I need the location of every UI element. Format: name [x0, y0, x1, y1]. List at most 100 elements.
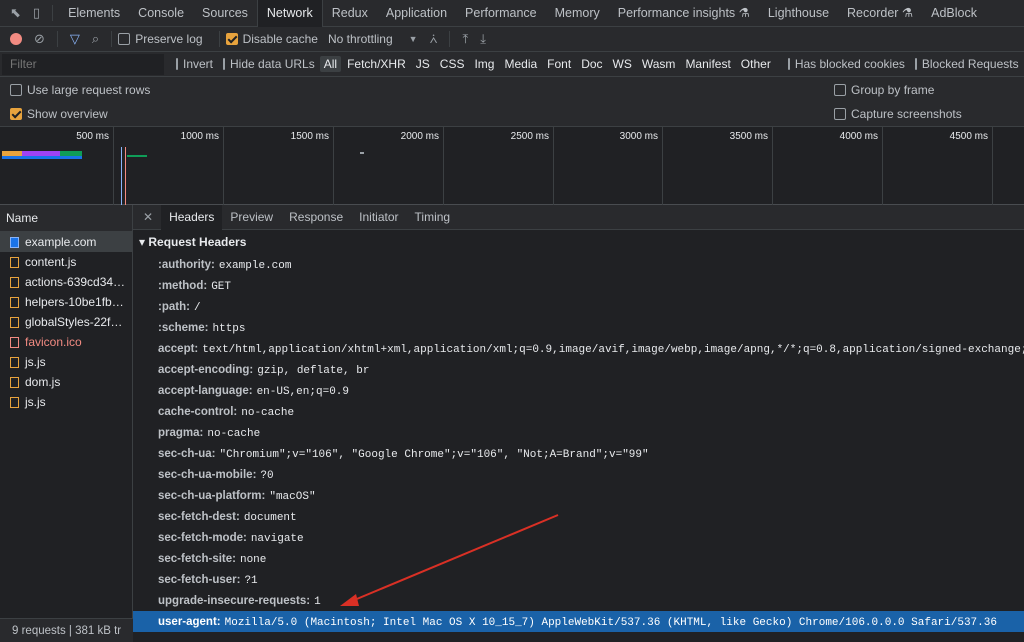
- tab-sources[interactable]: Sources: [193, 0, 257, 27]
- header-row[interactable]: sec-ch-ua: "Chromium";v="106", "Google Ch…: [133, 443, 1024, 464]
- request-row[interactable]: content.js: [0, 252, 132, 272]
- tab-network[interactable]: Network: [256, 0, 323, 27]
- show-overview-option[interactable]: Show overview: [10, 107, 108, 121]
- header-row[interactable]: sec-fetch-mode: navigate: [133, 527, 1024, 548]
- header-row[interactable]: upgrade-insecure-requests: 1: [133, 590, 1024, 611]
- search-icon[interactable]: ⌕: [92, 31, 99, 47]
- hide-data-urls-checkbox[interactable]: [223, 58, 226, 70]
- header-row[interactable]: sec-ch-ua-mobile: ?0: [133, 464, 1024, 485]
- header-row[interactable]: sec-fetch-dest: document: [133, 506, 1024, 527]
- header-row[interactable]: pragma: no-cache: [133, 422, 1024, 443]
- type-filter-font[interactable]: Font: [543, 56, 575, 72]
- blocked-requests-checkbox[interactable]: [914, 58, 917, 70]
- record-icon[interactable]: [10, 33, 22, 45]
- clear-icon[interactable]: ⊘: [34, 31, 45, 47]
- filter-icon[interactable]: ▽: [70, 31, 80, 47]
- overview-bar-late: [127, 155, 147, 157]
- tab-recorder[interactable]: Recorder ⚗: [838, 0, 922, 27]
- type-filter-doc[interactable]: Doc: [577, 56, 606, 72]
- details-tab-response[interactable]: Response: [281, 205, 351, 230]
- name-column-header[interactable]: Name: [0, 205, 132, 232]
- filter-input[interactable]: [2, 53, 164, 75]
- request-headers-section-title[interactable]: ▾ Request Headers: [133, 230, 1024, 254]
- chevron-down-icon[interactable]: ▼: [409, 34, 418, 44]
- details-tab-timing[interactable]: Timing: [407, 205, 459, 230]
- type-filter-media[interactable]: Media: [500, 56, 541, 72]
- large-rows-checkbox[interactable]: [10, 84, 22, 96]
- header-row[interactable]: sec-fetch-site: none: [133, 548, 1024, 569]
- resource-type-filters: All Fetch/XHR JS CSS Img Media Font Doc WS Wasm Ma…: [319, 56, 776, 72]
- header-row[interactable]: :path: /: [133, 296, 1024, 317]
- group-by-frame-checkbox[interactable]: [834, 84, 846, 96]
- group-by-frame-option[interactable]: Group by frame: [834, 83, 934, 97]
- header-row[interactable]: sec-fetch-user: ?1: [133, 569, 1024, 590]
- header-row[interactable]: accept: text/html,application/xhtml+xml,a…: [133, 338, 1024, 359]
- tab-application[interactable]: Application: [377, 0, 456, 27]
- type-filter-css[interactable]: CSS: [436, 56, 469, 72]
- tab-memory[interactable]: Memory: [546, 0, 609, 27]
- tab-console[interactable]: Console: [129, 0, 193, 27]
- header-row[interactable]: accept-language: en-US,en;q=0.9: [133, 380, 1024, 401]
- preserve-log-checkbox[interactable]: [118, 33, 131, 45]
- details-tab-headers[interactable]: Headers: [161, 205, 223, 230]
- tab-adblock[interactable]: AdBlock: [922, 0, 986, 27]
- capture-screenshots-option[interactable]: Capture screenshots: [834, 107, 962, 121]
- type-filter-wasm[interactable]: Wasm: [638, 56, 680, 72]
- large-rows-option[interactable]: Use large request rows: [10, 83, 150, 97]
- header-row[interactable]: :authority: example.com: [133, 254, 1024, 275]
- request-row[interactable]: js.js: [0, 392, 132, 412]
- import-har-icon[interactable]: ⤒: [462, 31, 468, 47]
- export-har-icon[interactable]: ⤓: [480, 31, 486, 47]
- type-filter-js[interactable]: JS: [412, 56, 434, 72]
- tab-redux[interactable]: Redux: [323, 0, 377, 27]
- request-row[interactable]: dom.js: [0, 372, 132, 392]
- type-filter-other[interactable]: Other: [737, 56, 775, 72]
- type-filter-ws[interactable]: WS: [609, 56, 636, 72]
- request-row[interactable]: actions-639cd34…: [0, 272, 132, 292]
- header-name: sec-ch-ua:: [158, 448, 216, 460]
- tab-elements[interactable]: Elements: [59, 0, 129, 27]
- request-row[interactable]: helpers-10be1fb…: [0, 292, 132, 312]
- request-headers-list: :authority: example.com:method: GET:path: /…: [133, 254, 1024, 632]
- request-row[interactable]: globalStyles-22f…: [0, 312, 132, 332]
- show-overview-checkbox[interactable]: [10, 108, 22, 120]
- capture-screenshots-checkbox[interactable]: [834, 108, 846, 120]
- details-tab-initiator[interactable]: Initiator: [351, 205, 406, 230]
- header-row[interactable]: user-agent: Mozilla/5.0 (Macintosh; Intel…: [133, 611, 1024, 632]
- header-row[interactable]: cache-control: no-cache: [133, 401, 1024, 422]
- type-filter-fetch-xhr[interactable]: Fetch/XHR: [343, 56, 410, 72]
- type-filter-all[interactable]: All: [319, 56, 342, 72]
- invert-checkbox[interactable]: [176, 58, 178, 70]
- header-value: en-US,en;q=0.9: [256, 386, 349, 398]
- overview-tick-label: 2000 ms: [400, 131, 439, 142]
- inspect-element-icon[interactable]: ⬉: [10, 5, 21, 21]
- network-overview[interactable]: 500 ms 1000 ms 1500 ms 2000 ms 2500 ms 3000 m…: [0, 127, 1024, 205]
- close-icon[interactable]: ✕: [143, 210, 153, 224]
- header-name: :authority:: [158, 259, 215, 271]
- tab-performance[interactable]: Performance: [456, 0, 546, 27]
- tab-lighthouse[interactable]: Lighthouse: [759, 0, 838, 27]
- overview-tick-line: [882, 127, 883, 205]
- overview-tick-label: 4500 ms: [949, 131, 988, 142]
- details-tab-preview[interactable]: Preview: [222, 205, 281, 230]
- request-row[interactable]: favicon.ico: [0, 332, 132, 352]
- header-row[interactable]: sec-ch-ua-platform: "macOS": [133, 485, 1024, 506]
- disable-cache-checkbox[interactable]: [225, 33, 238, 45]
- has-blocked-cookies-checkbox[interactable]: [787, 58, 790, 70]
- request-name: favicon.ico: [25, 335, 82, 349]
- type-filter-img[interactable]: Img: [470, 56, 498, 72]
- script-file-icon: [10, 276, 19, 288]
- header-row[interactable]: :scheme: https: [133, 317, 1024, 338]
- divider: [111, 31, 113, 47]
- request-row[interactable]: js.js: [0, 352, 132, 372]
- throttling-select[interactable]: No throttling: [328, 32, 393, 46]
- device-toolbar-icon[interactable]: ▯: [33, 5, 40, 21]
- tab-performance-insights[interactable]: Performance insights ⚗: [609, 0, 759, 27]
- network-conditions-icon[interactable]: ⩑: [430, 31, 438, 47]
- header-row[interactable]: accept-encoding: gzip, deflate, br: [133, 359, 1024, 380]
- overview-tick-line: [443, 127, 444, 205]
- request-row[interactable]: example.com: [0, 232, 132, 252]
- request-rows: example.com content.js actions-639cd34… hel…: [0, 232, 132, 412]
- header-row[interactable]: :method: GET: [133, 275, 1024, 296]
- type-filter-manifest[interactable]: Manifest: [681, 56, 734, 72]
